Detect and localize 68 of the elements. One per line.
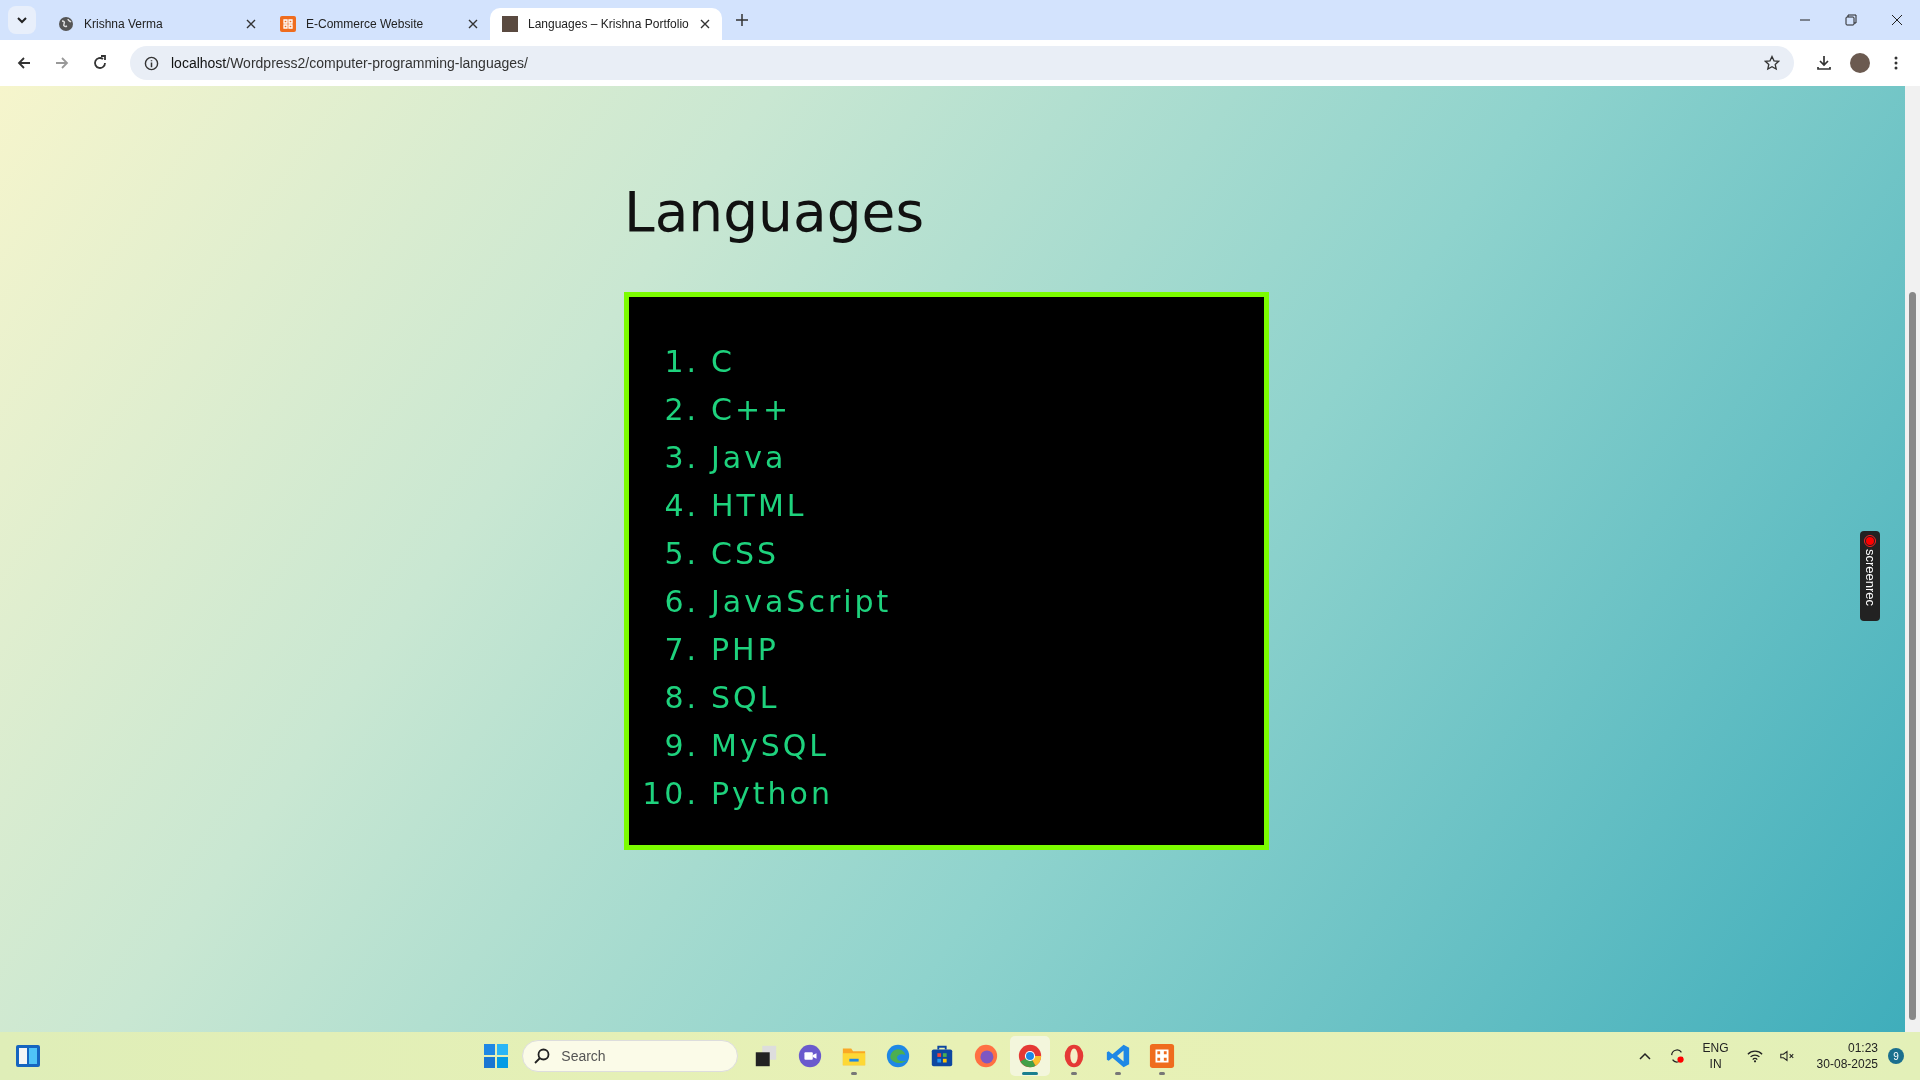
language-name: Java — [711, 439, 787, 475]
tab-title: E-Commerce Website — [306, 17, 425, 31]
widgets-icon[interactable] — [16, 1045, 40, 1067]
list-number: 6. — [663, 583, 699, 619]
language-code: ENG — [1702, 1040, 1729, 1056]
date-text: 30-08-2025 — [1816, 1056, 1878, 1072]
bookmark-star-icon[interactable] — [1764, 55, 1780, 71]
tab-title: Languages – Krishna Portfolio — [528, 17, 690, 31]
app-logo-icon — [1149, 1043, 1176, 1069]
language-name: SQL — [711, 679, 780, 715]
info-icon — [144, 55, 159, 71]
close-icon[interactable] — [246, 19, 256, 29]
list-number: 9. — [663, 727, 699, 763]
notification-badge[interactable]: 9 — [1888, 1048, 1904, 1064]
language-name: CSS — [711, 535, 780, 571]
record-icon — [1864, 535, 1876, 547]
caret-icon — [16, 16, 28, 24]
taskbar-search-field[interactable]: Search — [522, 1040, 739, 1072]
sync-icon[interactable] — [1668, 1048, 1685, 1064]
language-name: HTML — [711, 487, 807, 523]
list-number: 7. — [663, 631, 699, 667]
language-name: JavaScript — [711, 583, 892, 619]
url-text: localhost/Wordpress2/computer-programming-languages/ — [171, 55, 529, 71]
close-icon[interactable] — [468, 19, 478, 29]
page-heading: Languages — [624, 180, 926, 244]
browser-tab[interactable]: Languages – Krishna Portfolio — [490, 8, 722, 40]
list-number: 8. — [663, 679, 699, 715]
search-icon — [534, 1048, 551, 1064]
app-logo-icon — [1017, 1043, 1044, 1069]
scrollbar-thumb[interactable] — [1909, 292, 1916, 1020]
list-number: 5. — [663, 535, 699, 571]
region-code: IN — [1709, 1056, 1722, 1072]
language-name: C++ — [711, 391, 792, 427]
language-name: PHP — [711, 631, 779, 667]
input-language-indicator[interactable]: ENG IN — [1702, 1040, 1729, 1072]
close-icon[interactable] — [700, 19, 710, 29]
profile-avatar[interactable] — [1850, 53, 1870, 73]
app-logo-icon — [1105, 1043, 1132, 1069]
address-bar[interactable]: localhost/Wordpress2/computer-programming-languages/ — [130, 46, 1794, 80]
list-number: 3. — [663, 439, 699, 475]
recorder-label: screenrec — [1862, 549, 1878, 607]
video-chat-icon — [797, 1043, 824, 1069]
recorder-widget[interactable]: screenrec — [1860, 531, 1880, 621]
language-name: C — [711, 343, 735, 379]
app-logo-icon — [885, 1043, 912, 1069]
app-logo-icon — [973, 1043, 1000, 1069]
wifi-icon[interactable] — [1746, 1048, 1763, 1064]
new-tab-icon[interactable] — [736, 14, 748, 26]
list-number: 1. — [663, 343, 699, 379]
speaker-muted-icon[interactable] — [1778, 1048, 1795, 1064]
language-name: MySQL — [711, 727, 829, 763]
list-number: 10. — [641, 775, 699, 811]
app-logo-icon — [280, 16, 296, 32]
scrollbar[interactable] — [1905, 86, 1920, 1032]
tab-search-button[interactable] — [8, 6, 36, 34]
list-number: 2. — [663, 391, 699, 427]
close-icon[interactable] — [1891, 14, 1903, 26]
windows-start-icon[interactable] — [484, 1044, 509, 1068]
time-text: 01:23 — [1847, 1040, 1878, 1056]
browser-tab[interactable]: Krishna Verma — [46, 8, 268, 40]
restore-icon[interactable] — [1845, 14, 1857, 26]
language-name: Python — [711, 775, 833, 811]
list-number: 4. — [663, 487, 699, 523]
globe-icon — [58, 16, 74, 32]
tab-title: Krishna Verma — [84, 17, 164, 31]
browser-tab[interactable]: E-Commerce Website — [268, 8, 490, 40]
photo-placeholder — [502, 16, 518, 32]
clock[interactable]: 01:23 30-08-2025 — [1816, 1040, 1878, 1072]
